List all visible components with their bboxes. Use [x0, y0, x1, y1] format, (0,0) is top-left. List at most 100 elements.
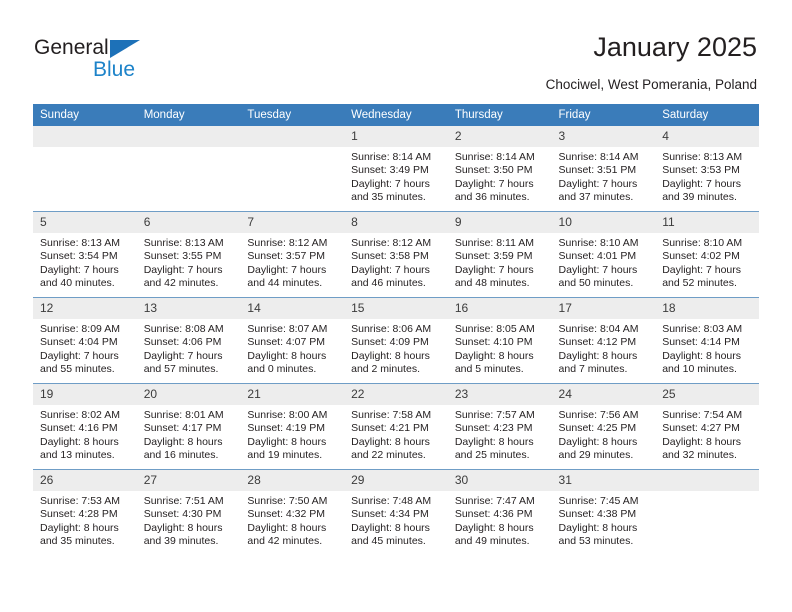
calendar-cell[interactable]: 25 Sunrise: 7:54 AM Sunset: 4:27 PM Dayligh…	[655, 383, 759, 470]
sunset-text: Sunset: 3:55 PM	[143, 250, 222, 263]
day-number: 2	[447, 126, 552, 147]
sunrise-text: Sunrise: 7:48 AM	[351, 495, 432, 507]
sunset-text: Sunset: 4:16 PM	[40, 422, 118, 435]
day-details: Sunrise: 7:45 AM Sunset: 4:38 PM Daylight:…	[552, 491, 656, 549]
daylight-text: Daylight: 8 hours and 45 minutes.	[351, 521, 430, 548]
day-number: 8	[344, 212, 448, 233]
weekday-header-friday: Friday	[551, 104, 656, 126]
calendar-cell[interactable]: 6 Sunrise: 8:13 AM Sunset: 3:55 PM Daylight…	[136, 211, 241, 298]
day-number: 16	[447, 298, 552, 319]
day-number: 14	[240, 298, 345, 319]
sunrise-text: Sunrise: 7:57 AM	[454, 409, 535, 421]
sunrise-text: Sunrise: 8:11 AM	[454, 237, 534, 249]
calendar-cell[interactable]: 5 Sunrise: 8:13 AM Sunset: 3:54 PM Daylight…	[33, 211, 137, 298]
day-number: 15	[344, 298, 448, 319]
sunrise-text: Sunrise: 7:53 AM	[40, 495, 120, 507]
day-details: Sunrise: 8:13 AM Sunset: 3:53 PM Daylight:…	[655, 147, 759, 205]
calendar-cell[interactable]: 19 Sunrise: 8:02 AM Sunset: 4:16 PM Dayligh…	[33, 383, 137, 470]
day-details: Sunrise: 7:58 AM Sunset: 4:21 PM Daylight:…	[344, 405, 448, 463]
day-details: Sunrise: 7:51 AM Sunset: 4:30 PM Daylight:…	[137, 491, 241, 549]
day-details: Sunrise: 8:03 AM Sunset: 4:14 PM Daylight:…	[655, 319, 759, 377]
sunset-text: Sunset: 3:59 PM	[454, 250, 533, 263]
sunrise-text: Sunrise: 8:04 AM	[558, 323, 639, 335]
day-number: 24	[551, 384, 656, 405]
daylight-text: Daylight: 7 hours and 39 minutes.	[662, 177, 742, 204]
sunset-text: Sunset: 4:19 PM	[247, 422, 326, 435]
day-details: Sunrise: 8:02 AM Sunset: 4:16 PM Daylight:…	[33, 405, 137, 463]
daylight-text: Daylight: 7 hours and 42 minutes.	[143, 263, 223, 290]
calendar-cell-empty	[240, 126, 345, 212]
sunrise-text: Sunrise: 8:07 AM	[247, 323, 328, 335]
day-details: Sunrise: 8:14 AM Sunset: 3:51 PM Daylight:…	[552, 147, 656, 205]
calendar-cell[interactable]: 13 Sunrise: 8:08 AM Sunset: 4:06 PM Dayligh…	[136, 297, 241, 384]
calendar-body: 1 Sunrise: 8:14 AM Sunset: 3:49 PM Daylight…	[33, 126, 759, 555]
day-number: 25	[655, 384, 759, 405]
calendar-cell[interactable]: 7 Sunrise: 8:12 AM Sunset: 3:57 PM Daylight…	[240, 211, 345, 298]
calendar-cell[interactable]: 23 Sunrise: 7:57 AM Sunset: 4:23 PM Dayligh…	[447, 383, 552, 470]
logo[interactable]: General Blue	[34, 36, 164, 84]
calendar-cell[interactable]: 1 Sunrise: 8:14 AM Sunset: 3:49 PM Daylight…	[344, 126, 448, 212]
day-number: 3	[551, 126, 656, 147]
calendar-page: General Blue January 2025 Chociwel, West…	[0, 0, 792, 612]
calendar-cell[interactable]: 24 Sunrise: 7:56 AM Sunset: 4:25 PM Dayligh…	[551, 383, 656, 470]
sunrise-text: Sunrise: 7:58 AM	[351, 409, 432, 421]
day-details: Sunrise: 8:12 AM Sunset: 3:57 PM Daylight:…	[240, 233, 344, 291]
sunrise-text: Sunrise: 8:03 AM	[662, 323, 743, 335]
sunrise-text: Sunrise: 8:00 AM	[247, 409, 328, 421]
calendar-cell[interactable]: 31 Sunrise: 7:45 AM Sunset: 4:38 PM Dayligh…	[551, 469, 656, 555]
sunrise-text: Sunrise: 8:12 AM	[351, 237, 432, 249]
location-subtitle: Chociwel, West Pomerania, Poland	[545, 77, 757, 92]
sunset-text: Sunset: 4:04 PM	[40, 336, 118, 349]
calendar-cell[interactable]: 12 Sunrise: 8:09 AM Sunset: 4:04 PM Dayligh…	[33, 297, 137, 384]
daylight-text: Daylight: 8 hours and 39 minutes.	[143, 521, 223, 548]
calendar-cell[interactable]: 26 Sunrise: 7:53 AM Sunset: 4:28 PM Dayligh…	[33, 469, 137, 555]
calendar-cell[interactable]: 15 Sunrise: 8:06 AM Sunset: 4:09 PM Dayligh…	[344, 297, 448, 384]
day-details: Sunrise: 8:06 AM Sunset: 4:09 PM Daylight:…	[344, 319, 448, 377]
calendar-cell[interactable]: 18 Sunrise: 8:03 AM Sunset: 4:14 PM Dayligh…	[655, 297, 759, 384]
calendar-grid: Sunday Monday Tuesday Wednesday Thursday…	[33, 104, 759, 555]
daylight-text: Daylight: 7 hours and 37 minutes.	[558, 177, 638, 204]
calendar-cell[interactable]: 9 Sunrise: 8:11 AM Sunset: 3:59 PM Daylight…	[447, 211, 552, 298]
day-number: 18	[655, 298, 759, 319]
calendar-cell[interactable]: 8 Sunrise: 8:12 AM Sunset: 3:58 PM Daylight…	[344, 211, 448, 298]
day-details: Sunrise: 7:53 AM Sunset: 4:28 PM Daylight:…	[33, 491, 137, 549]
weekday-header-thursday: Thursday	[447, 104, 552, 126]
sunset-text: Sunset: 4:21 PM	[351, 422, 429, 435]
calendar-cell-empty	[33, 126, 137, 212]
day-number: 20	[136, 384, 241, 405]
calendar-week-row: 26 Sunrise: 7:53 AM Sunset: 4:28 PM Dayligh…	[33, 469, 759, 555]
day-details: Sunrise: 8:07 AM Sunset: 4:07 PM Daylight:…	[240, 319, 344, 377]
sunrise-text: Sunrise: 8:06 AM	[351, 323, 432, 335]
day-details: Sunrise: 8:11 AM Sunset: 3:59 PM Daylight:…	[448, 233, 552, 291]
sunrise-text: Sunrise: 8:13 AM	[662, 151, 743, 163]
weekday-header-sunday: Sunday	[33, 104, 137, 126]
daylight-text: Daylight: 7 hours and 40 minutes.	[40, 263, 119, 290]
daylight-text: Daylight: 8 hours and 53 minutes.	[558, 521, 638, 548]
daylight-text: Daylight: 7 hours and 50 minutes.	[558, 263, 638, 290]
sunset-text: Sunset: 3:58 PM	[351, 250, 429, 263]
calendar-cell[interactable]: 21 Sunrise: 8:00 AM Sunset: 4:19 PM Dayligh…	[240, 383, 345, 470]
sunrise-text: Sunrise: 7:47 AM	[454, 495, 535, 507]
day-number: 9	[447, 212, 552, 233]
calendar-cell[interactable]: 17 Sunrise: 8:04 AM Sunset: 4:12 PM Dayligh…	[551, 297, 656, 384]
sunset-text: Sunset: 4:02 PM	[662, 250, 740, 263]
calendar-cell[interactable]: 28 Sunrise: 7:50 AM Sunset: 4:32 PM Dayligh…	[240, 469, 345, 555]
day-number: 28	[240, 470, 345, 491]
day-number: 17	[551, 298, 656, 319]
calendar-week-row: 1 Sunrise: 8:14 AM Sunset: 3:49 PM Daylight…	[33, 126, 759, 212]
day-number: 1	[344, 126, 448, 147]
calendar-cell[interactable]: 20 Sunrise: 8:01 AM Sunset: 4:17 PM Dayligh…	[136, 383, 241, 470]
calendar-cell[interactable]: 22 Sunrise: 7:58 AM Sunset: 4:21 PM Dayligh…	[344, 383, 448, 470]
calendar-cell[interactable]: 29 Sunrise: 7:48 AM Sunset: 4:34 PM Dayligh…	[344, 469, 448, 555]
calendar-cell[interactable]: 2 Sunrise: 8:14 AM Sunset: 3:50 PM Daylight…	[447, 126, 552, 212]
calendar-cell[interactable]: 11 Sunrise: 8:10 AM Sunset: 4:02 PM Dayligh…	[655, 211, 759, 298]
calendar-cell[interactable]: 16 Sunrise: 8:05 AM Sunset: 4:10 PM Dayligh…	[447, 297, 552, 384]
logo-text-general: General	[34, 36, 109, 59]
calendar-cell[interactable]: 30 Sunrise: 7:47 AM Sunset: 4:36 PM Dayligh…	[447, 469, 552, 555]
calendar-cell[interactable]: 27 Sunrise: 7:51 AM Sunset: 4:30 PM Dayligh…	[136, 469, 241, 555]
calendar-cell[interactable]: 4 Sunrise: 8:13 AM Sunset: 3:53 PM Daylight…	[655, 126, 759, 212]
calendar-cell[interactable]: 3 Sunrise: 8:14 AM Sunset: 3:51 PM Daylight…	[551, 126, 656, 212]
calendar-cell[interactable]: 14 Sunrise: 8:07 AM Sunset: 4:07 PM Dayligh…	[240, 297, 345, 384]
day-details: Sunrise: 7:50 AM Sunset: 4:32 PM Daylight:…	[240, 491, 344, 549]
calendar-cell[interactable]: 10 Sunrise: 8:10 AM Sunset: 4:01 PM Dayligh…	[551, 211, 656, 298]
